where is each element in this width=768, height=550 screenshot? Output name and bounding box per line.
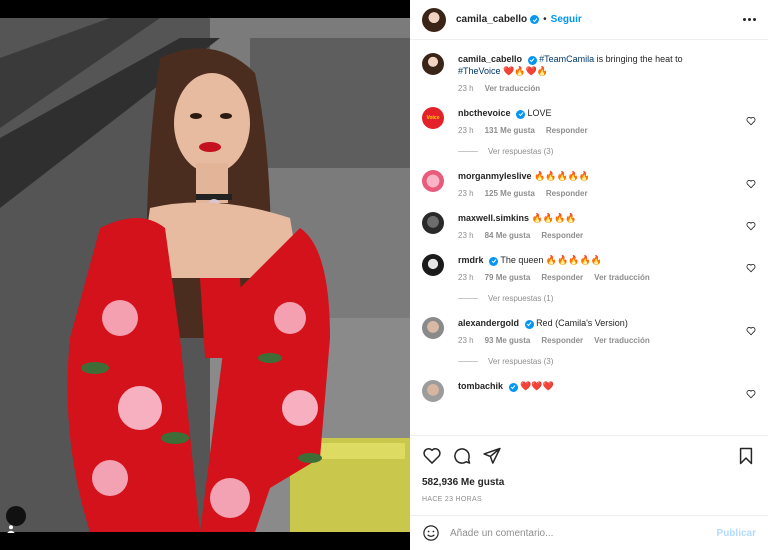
smiley-icon[interactable] — [422, 524, 440, 542]
header-separator: • — [543, 14, 547, 25]
avatar-logo-text: Voice — [426, 115, 440, 121]
post-side-panel: camila_cabello • Seguir camila_cabello #… — [410, 0, 768, 550]
instagram-post: camila_cabello • Seguir camila_cabello #… — [0, 0, 768, 550]
comment-text: The queen 🔥🔥🔥🔥🔥 — [500, 255, 602, 265]
comment-item: tombachik ❤️❤️❤️ — [422, 368, 756, 402]
heart-icon[interactable] — [746, 221, 756, 231]
comment-input[interactable] — [450, 527, 717, 539]
replies-line — [458, 151, 478, 152]
photo-bottom-bar — [0, 532, 410, 550]
comment-username[interactable]: nbcthevoice — [458, 108, 511, 118]
comment-username[interactable]: morganmyleslive — [458, 171, 532, 181]
comment-text: ❤️❤️❤️ — [520, 381, 554, 391]
translate-link[interactable]: Ver traducción — [485, 83, 541, 95]
photo-top-bar — [0, 0, 410, 18]
comment-time: 23 h — [458, 273, 474, 282]
caption-emojis: ❤️🔥❤️🔥 — [503, 66, 548, 76]
replies-label: Ver respuestas (1) — [488, 294, 554, 303]
caption-time: 23 h — [458, 84, 474, 93]
comment-username[interactable]: rmdrk — [458, 255, 484, 265]
comment-username[interactable]: alexandergold — [458, 318, 519, 328]
reply-button[interactable]: Responder — [546, 188, 588, 200]
post-header: camila_cabello • Seguir — [410, 0, 768, 40]
commenter-avatar[interactable] — [422, 317, 444, 339]
comment-likes[interactable]: 84 Me gusta — [485, 230, 531, 242]
view-replies-button[interactable]: Ver respuestas (3) — [458, 357, 756, 366]
hashtag-link[interactable]: #TeamCamila — [539, 54, 594, 64]
comment-item: morganmyleslive 🔥🔥🔥🔥🔥 23 h 125 Me gusta … — [422, 158, 756, 200]
verified-badge-icon — [527, 55, 537, 65]
comment-time: 23 h — [458, 126, 474, 135]
translate-link[interactable]: Ver traducción — [594, 272, 650, 284]
verified-badge-icon — [516, 109, 526, 119]
comment-item: Voice nbcthevoice LOVE 23 h 131 Me gusta… — [422, 95, 756, 137]
photo-illustration — [0, 18, 410, 532]
reply-button[interactable]: Responder — [546, 125, 588, 137]
verified-badge-icon — [489, 256, 499, 266]
hashtag-link[interactable]: #TheVoice — [458, 66, 501, 76]
comment-item: alexandergold Red (Camila's Version) 23 … — [422, 305, 756, 347]
heart-icon[interactable] — [746, 326, 756, 336]
commenter-avatar[interactable]: Voice — [422, 107, 444, 129]
comment-text: 🔥🔥🔥🔥 — [531, 213, 577, 223]
heart-icon[interactable] — [746, 179, 756, 189]
post-actions: 582,936 Me gusta HACE 23 HORAS — [410, 435, 768, 515]
heart-icon[interactable] — [746, 389, 756, 399]
more-options-icon[interactable] — [743, 18, 756, 21]
verified-badge-icon — [508, 382, 518, 392]
paper-plane-icon[interactable] — [482, 446, 502, 466]
follow-button[interactable]: Seguir — [551, 14, 582, 25]
comment-item: maxwell.simkins 🔥🔥🔥🔥 23 h 84 Me gusta Re… — [422, 200, 756, 242]
heart-icon[interactable] — [746, 263, 756, 273]
replies-label: Ver respuestas (3) — [488, 147, 554, 156]
comment-likes[interactable]: 131 Me gusta — [485, 125, 535, 137]
view-replies-button[interactable]: Ver respuestas (1) — [458, 294, 756, 303]
comment-likes[interactable]: 125 Me gusta — [485, 188, 535, 200]
heart-icon[interactable] — [746, 116, 756, 126]
comment-username[interactable]: maxwell.simkins — [458, 213, 529, 223]
reply-button[interactable]: Responder — [541, 230, 583, 242]
bookmark-icon[interactable] — [736, 446, 756, 466]
post-caption: camila_cabello #TeamCamila is bringing t… — [422, 41, 756, 95]
comment-time: 23 h — [458, 231, 474, 240]
publish-button[interactable]: Publicar — [717, 528, 756, 539]
comment-icon[interactable] — [452, 446, 472, 466]
comment-username[interactable]: tombachik — [458, 381, 503, 391]
author-username[interactable]: camila_cabello — [456, 14, 527, 25]
reply-button[interactable]: Responder — [541, 272, 583, 284]
replies-label: Ver respuestas (3) — [488, 357, 554, 366]
comments-list[interactable]: camila_cabello #TeamCamila is bringing t… — [410, 41, 768, 434]
translate-link[interactable]: Ver traducción — [594, 335, 650, 347]
likes-count[interactable]: 582,936 Me gusta — [422, 477, 756, 488]
view-replies-button[interactable]: Ver respuestas (3) — [458, 147, 756, 156]
comment-text: Red (Camila's Version) — [536, 318, 628, 328]
caption-text: is bringing the heat to — [594, 54, 683, 64]
comment-text: 🔥🔥🔥🔥🔥 — [534, 171, 591, 181]
commenter-avatar[interactable] — [422, 380, 444, 402]
author-avatar[interactable] — [422, 7, 446, 32]
commenter-avatar[interactable] — [422, 212, 444, 234]
person-tag-icon[interactable] — [6, 506, 26, 533]
add-comment-bar: Publicar — [410, 515, 768, 550]
replies-line — [458, 298, 478, 299]
comment-time: 23 h — [458, 336, 474, 345]
comment-item: rmdrk The queen 🔥🔥🔥🔥🔥 23 h 79 Me gusta R… — [422, 242, 756, 284]
verified-badge-icon — [524, 319, 534, 329]
replies-line — [458, 361, 478, 362]
commenter-avatar[interactable] — [422, 254, 444, 276]
commenter-avatar[interactable] — [422, 170, 444, 192]
reply-button[interactable]: Responder — [541, 335, 583, 347]
verified-badge-icon — [530, 15, 540, 24]
post-photo[interactable] — [0, 0, 410, 550]
comment-likes[interactable]: 93 Me gusta — [485, 335, 531, 347]
heart-icon[interactable] — [422, 446, 442, 466]
author-avatar[interactable] — [422, 53, 444, 75]
comment-time: 23 h — [458, 189, 474, 198]
post-timestamp: HACE 23 HORAS — [422, 496, 482, 503]
caption-username[interactable]: camila_cabello — [458, 54, 522, 64]
comment-text: LOVE — [527, 108, 552, 118]
comment-likes[interactable]: 79 Me gusta — [485, 272, 531, 284]
